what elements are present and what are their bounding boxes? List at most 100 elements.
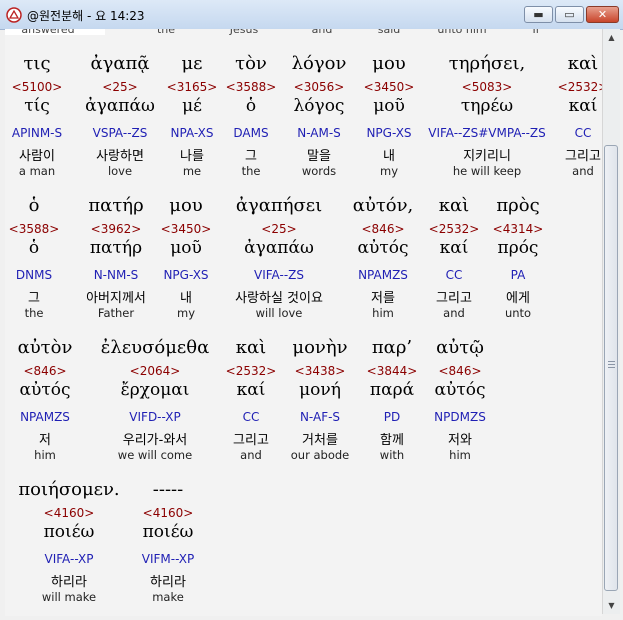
word-strong: <2532>	[225, 364, 277, 378]
word-lemma: αὐτός	[434, 380, 486, 400]
word-pos: CC	[242, 410, 260, 424]
word-greek: αὐτῷ	[436, 337, 484, 358]
word-korean: 사랑하실 것이요	[235, 291, 323, 306]
word-lemma: λόγος	[293, 96, 345, 116]
word-greek: αὐτόν,	[352, 195, 414, 216]
word-korean: 저를	[371, 291, 395, 306]
word-lemma: τίς	[24, 96, 50, 116]
word-greek: πατήρ	[88, 195, 144, 216]
word-strong: <846>	[438, 364, 482, 378]
word-english: my	[379, 164, 399, 178]
word-greek: μονὴν	[292, 337, 348, 358]
partial-word: If	[532, 29, 540, 36]
word-pos: NPAMZS	[20, 410, 70, 424]
minimize-icon: ▬	[533, 8, 544, 21]
word-korean: 내	[383, 149, 395, 164]
word-english: and	[572, 164, 594, 178]
word-korean: 그	[245, 149, 257, 164]
word-strong: <3588>	[225, 80, 277, 94]
partial-word: answered	[21, 29, 75, 36]
word-english: a man	[18, 164, 56, 178]
word-english: we will come	[117, 448, 193, 462]
word-greek: αὐτὸν	[17, 337, 73, 358]
app-icon	[6, 7, 22, 23]
word-english: him	[449, 448, 471, 462]
word-korean: 그리고	[565, 149, 601, 164]
word-korean: 그	[28, 291, 40, 306]
word-lemma: καί	[439, 238, 469, 258]
word-greek: μου	[372, 53, 406, 74]
maximize-button[interactable]: ▭	[555, 6, 584, 23]
word-strong: <5100>	[11, 80, 63, 94]
word-korean: 저와	[448, 433, 472, 448]
word-korean: 하리라	[51, 575, 87, 590]
word-english: my	[176, 306, 196, 320]
vertical-scrollbar[interactable]: ▲ ▼	[602, 29, 620, 614]
word-greek: -----	[152, 479, 184, 500]
title-bar[interactable]: @원전분해 - 요 14:23 ▬ ▭ ✕	[0, 0, 623, 30]
word-lemma: μοῦ	[170, 238, 202, 258]
word-greek: ἀγαπήσει	[235, 195, 323, 216]
word-english: the	[24, 306, 44, 320]
word-korean: 말을	[307, 149, 331, 164]
word-greek: καὶ	[438, 195, 470, 216]
word-lemma: μονή	[299, 380, 341, 400]
word-strong: <3165>	[166, 80, 218, 94]
word-english: Father	[97, 306, 135, 320]
word-pos: PD	[383, 410, 401, 424]
word-pos: NPG-XS	[366, 126, 412, 140]
word-greek: τις	[23, 53, 51, 74]
minimize-button[interactable]: ▬	[524, 6, 553, 23]
word-pos: CC	[574, 126, 592, 140]
word-strong: <2532>	[428, 222, 480, 236]
word-korean: 사람이	[19, 149, 55, 164]
word-english: love	[107, 164, 133, 178]
scroll-thumb[interactable]	[604, 145, 618, 591]
word-korean: 에게	[506, 291, 530, 306]
word-pos: NPA-XS	[170, 126, 214, 140]
word-lemma: ὁ	[28, 238, 40, 258]
word-korean: 내	[180, 291, 192, 306]
word-lemma: τηρέω	[460, 96, 514, 116]
word-greek: ποιήσομεν.	[18, 479, 120, 500]
parsing-view[interactable]: answered the Jesus and said unto him If τις <51…	[5, 29, 602, 616]
word-strong: <5083>	[461, 80, 513, 94]
word-strong: <3588>	[8, 222, 60, 236]
word-pos: VIFD--XP	[129, 410, 181, 424]
word-pos: VIFA--ZS	[254, 268, 304, 282]
word-korean: 하리라	[150, 575, 186, 590]
word-strong: <4160>	[142, 506, 194, 520]
partial-word: unto him	[437, 29, 487, 36]
close-button[interactable]: ✕	[586, 6, 619, 23]
grip-icon	[608, 361, 615, 369]
word-english: will love	[255, 306, 303, 320]
close-icon: ✕	[597, 8, 608, 21]
word-pos: VSPA--ZS	[92, 126, 148, 140]
scroll-up-icon[interactable]: ▲	[603, 29, 620, 46]
word-english: and	[240, 448, 262, 462]
word-strong: <3056>	[293, 80, 345, 94]
word-greek: με	[181, 53, 203, 74]
word-english: he will keep	[452, 164, 522, 178]
word-korean: 저	[39, 433, 51, 448]
word-lemma: ἔρχομαι	[120, 380, 190, 400]
word-greek: παρ’	[371, 337, 413, 358]
word-greek: καὶ	[567, 53, 599, 74]
word-pos: NPDMZS	[434, 410, 486, 424]
word-lemma: ποιέω	[43, 522, 95, 542]
word-english: will make	[41, 590, 97, 604]
word-lemma: παρά	[369, 380, 415, 400]
word-korean: 사랑하면	[96, 149, 144, 164]
word-strong: <2064>	[129, 364, 181, 378]
word-lemma: καί	[236, 380, 266, 400]
word-english: unto	[504, 306, 532, 320]
word-strong: <3450>	[363, 80, 415, 94]
word-lemma: αὐτός	[19, 380, 71, 400]
word-lemma: πατήρ	[89, 238, 143, 258]
word-korean: 그리고	[436, 291, 472, 306]
scroll-down-icon[interactable]: ▼	[603, 597, 620, 614]
word-pos: N-AM-S	[297, 126, 341, 140]
partial-word: said	[377, 29, 401, 36]
word-korean: 지키리니	[463, 149, 511, 164]
word-pos: N-NM-S	[93, 268, 139, 282]
